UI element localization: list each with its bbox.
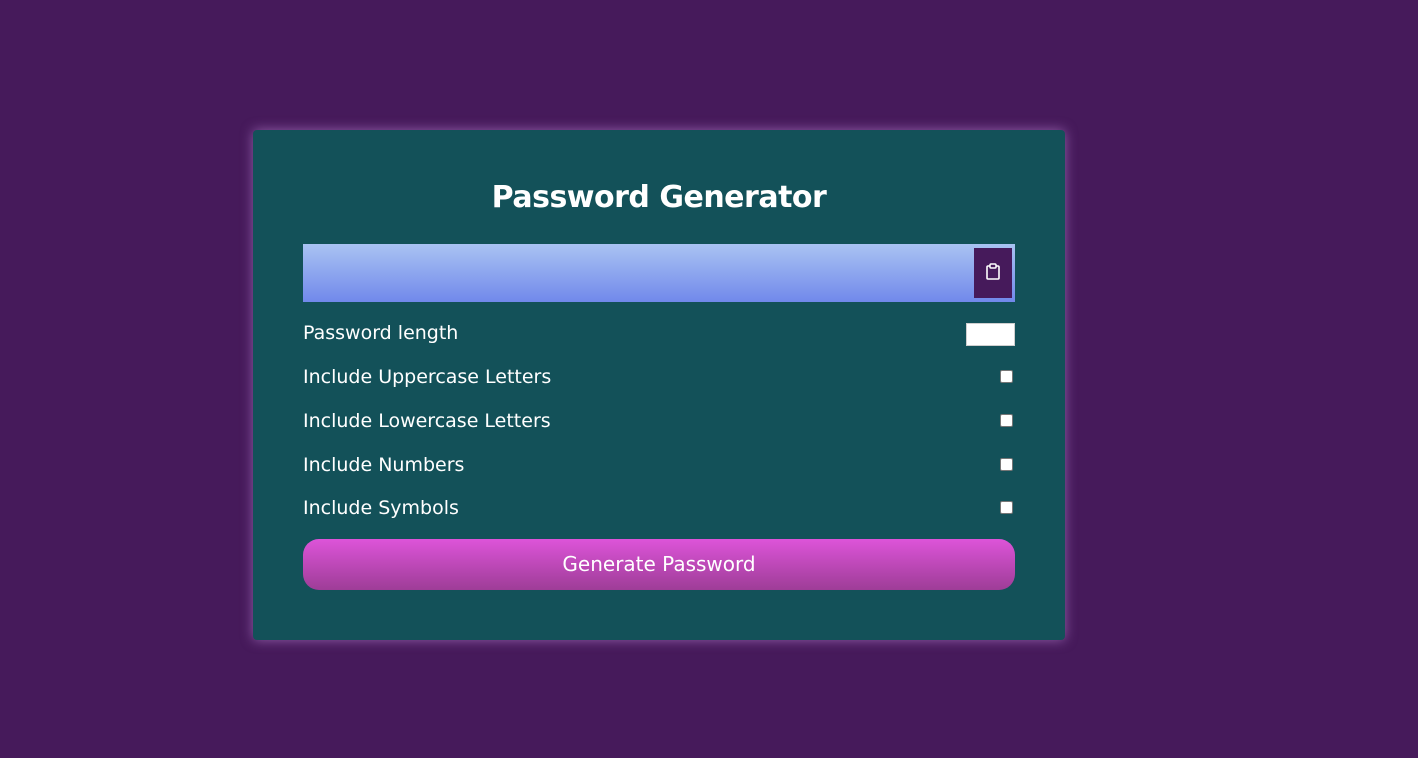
- password-generator-card: Password Generator Password length Inclu…: [253, 130, 1065, 640]
- copy-to-clipboard-button[interactable]: [974, 248, 1012, 298]
- setting-row-symbols: Include Symbols: [303, 493, 1015, 523]
- setting-label-symbols: Include Symbols: [303, 497, 459, 519]
- password-length-input[interactable]: [966, 323, 1015, 346]
- setting-label-numbers: Include Numbers: [303, 454, 465, 476]
- page-title: Password Generator: [491, 180, 827, 215]
- numbers-checkbox[interactable]: [1000, 458, 1013, 471]
- clipboard-icon: [986, 262, 1000, 284]
- setting-row-length: Password length: [303, 318, 1015, 348]
- generate-password-button[interactable]: Generate Password: [303, 539, 1015, 590]
- setting-row-uppercase: Include Uppercase Letters: [303, 362, 1015, 392]
- setting-row-numbers: Include Numbers: [303, 450, 1015, 480]
- setting-label-uppercase: Include Uppercase Letters: [303, 366, 552, 388]
- setting-row-lowercase: Include Lowercase Letters: [303, 406, 1015, 436]
- password-result-field[interactable]: [303, 244, 1015, 302]
- lowercase-checkbox[interactable]: [1000, 414, 1013, 427]
- setting-label-length: Password length: [303, 322, 459, 344]
- setting-label-lowercase: Include Lowercase Letters: [303, 410, 551, 432]
- uppercase-checkbox[interactable]: [1000, 370, 1013, 383]
- symbols-checkbox[interactable]: [1000, 501, 1013, 514]
